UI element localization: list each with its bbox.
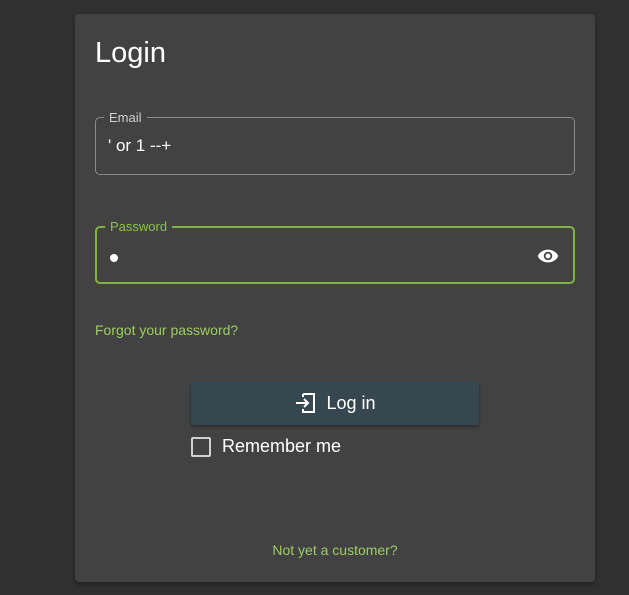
email-label: Email bbox=[109, 110, 142, 125]
login-button[interactable]: Log in bbox=[191, 381, 479, 425]
page-title: Login bbox=[95, 37, 166, 69]
password-input[interactable] bbox=[110, 254, 118, 262]
password-field-outline: Password bbox=[95, 220, 575, 284]
email-field[interactable]: Email ' or 1 --+ bbox=[95, 111, 575, 175]
login-icon bbox=[296, 393, 316, 413]
remember-me-label: Remember me bbox=[222, 436, 342, 456]
eye-icon[interactable] bbox=[537, 248, 559, 264]
signup-link[interactable]: Not yet a customer? bbox=[75, 542, 595, 558]
password-field[interactable]: Password bbox=[95, 220, 575, 284]
remember-me-checkbox[interactable]: Remember me bbox=[191, 436, 341, 457]
checkbox-box[interactable] bbox=[191, 436, 211, 457]
email-input[interactable]: ' or 1 --+ bbox=[108, 133, 171, 159]
login-card: Login Email ' or 1 --+ Password Forgot y… bbox=[75, 14, 595, 582]
password-label: Password bbox=[110, 219, 168, 234]
login-button-label: Log in bbox=[326, 392, 376, 413]
forgot-password-link[interactable]: Forgot your password? bbox=[95, 322, 238, 338]
